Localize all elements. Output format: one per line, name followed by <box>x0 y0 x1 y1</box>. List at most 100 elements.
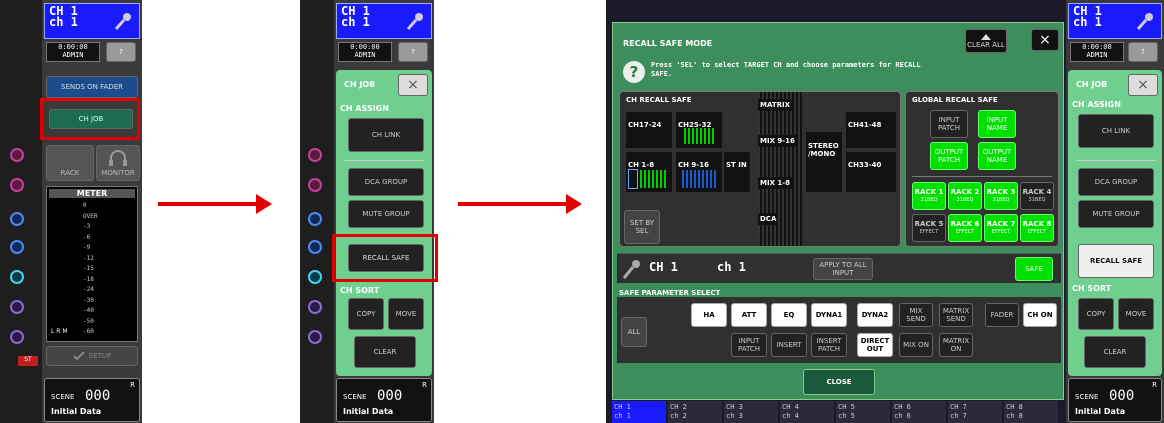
dca-group-button[interactable]: DCA GROUP <box>1078 168 1154 196</box>
divider <box>344 160 424 161</box>
bottom-channel-tab[interactable]: CH 8 ch 8 <box>1004 401 1058 423</box>
ha-button[interactable]: HA <box>691 303 727 327</box>
clear-button[interactable]: CLEAR <box>354 336 416 368</box>
monitor-button[interactable]: MONITOR <box>96 145 140 181</box>
knob-d[interactable] <box>308 240 322 254</box>
st-in-group[interactable]: ST IN <box>724 152 750 192</box>
move-button[interactable]: MOVE <box>388 298 424 330</box>
clear-all-button[interactable]: CLEAR ALL <box>965 29 1007 53</box>
mute-group-button[interactable]: MUTE GROUP <box>1078 200 1154 228</box>
ch17-24-group[interactable]: CH17-24 <box>626 112 672 148</box>
matrix-group[interactable]: MATRIX <box>758 92 802 128</box>
knob-1[interactable] <box>10 148 24 162</box>
input-patch-param-button[interactable]: INPUT PATCH <box>731 333 767 357</box>
eq-button[interactable]: EQ <box>771 303 807 327</box>
sends-on-fader-button[interactable]: SENDS ON FADER <box>46 76 138 98</box>
ch-link-button[interactable]: CH LINK <box>1078 114 1154 148</box>
output-patch-button[interactable]: OUTPUT PATCH <box>930 142 968 170</box>
ch33-40-group[interactable]: CH33-40 <box>846 152 896 192</box>
knob-6[interactable] <box>10 300 24 314</box>
knob-b[interactable] <box>308 178 322 192</box>
rack-8-button[interactable]: RACK 8 EFFECT <box>1020 214 1054 242</box>
channel-header[interactable]: CH 1 ch 1 <box>336 3 432 39</box>
dialog-close-x[interactable]: × <box>1031 29 1059 51</box>
rack-3-button[interactable]: RACK 3 31BEQ <box>984 182 1018 210</box>
scene-display[interactable]: SCENE 000 R Initial Data <box>336 378 432 422</box>
help-button[interactable]: ? <box>1128 42 1158 62</box>
close-button[interactable]: × <box>1128 74 1158 96</box>
rack-7-button[interactable]: RACK 7 EFFECT <box>984 214 1018 242</box>
att-button[interactable]: ATT <box>731 303 767 327</box>
matrix-send-button[interactable]: MATRIX SEND <box>939 303 973 327</box>
ch-link-button[interactable]: CH LINK <box>348 118 424 152</box>
dca-group-button[interactable]: DCA GROUP <box>348 168 424 196</box>
knob-5[interactable] <box>10 270 24 284</box>
close-button[interactable]: CLOSE <box>803 369 875 395</box>
ch9-16-group[interactable]: CH 9-16 <box>676 152 722 192</box>
mute-group-button[interactable]: MUTE GROUP <box>348 200 424 228</box>
rack-name: RACK 8 <box>1022 220 1052 228</box>
knob-f[interactable] <box>308 300 322 314</box>
channel-header[interactable]: CH 1 ch 1 <box>44 3 140 39</box>
knob-g[interactable] <box>308 330 322 344</box>
insert-button[interactable]: INSERT <box>771 333 807 357</box>
help-button[interactable]: ? <box>398 42 428 62</box>
safe-button[interactable]: SAFE <box>1015 257 1053 281</box>
setup-button[interactable]: SETUP <box>46 346 138 366</box>
fader-button[interactable]: FADER <box>985 303 1019 327</box>
all-button[interactable]: ALL <box>621 317 647 347</box>
ch-on-button[interactable]: CH ON <box>1023 303 1057 327</box>
dyna1-button[interactable]: DYNA1 <box>811 303 847 327</box>
dca-group[interactable]: DCA <box>758 206 802 246</box>
bottom-channel-tab[interactable]: CH 1 ch 1 <box>612 401 666 423</box>
mix-send-button[interactable]: MIX SEND <box>899 303 933 327</box>
stereo-mono-group[interactable]: STEREO /MONO <box>806 132 842 192</box>
bottom-channel-tab[interactable]: CH 5 ch 5 <box>836 401 890 423</box>
knob-4[interactable] <box>10 240 24 254</box>
input-name-button[interactable]: INPUT NAME <box>978 110 1016 138</box>
copy-button[interactable]: COPY <box>348 298 384 330</box>
knob-a[interactable] <box>308 148 322 162</box>
clear-button[interactable]: CLEAR <box>1084 336 1146 368</box>
bottom-channel-tab[interactable]: CH 2 ch 2 <box>668 401 722 423</box>
bottom-channel-tab[interactable]: CH 6 ch 6 <box>892 401 946 423</box>
mix9-16-group[interactable]: MIX 9-16 <box>758 128 802 170</box>
channel-header[interactable]: CH 1 ch 1 <box>1068 3 1162 39</box>
bottom-channel-tab[interactable]: CH 3 ch 3 <box>724 401 778 423</box>
knob-7[interactable] <box>10 330 24 344</box>
direct-out-button[interactable]: DIRECT OUT <box>857 333 893 357</box>
apply-to-all-input-button[interactable]: APPLY TO ALL INPUT <box>813 258 873 280</box>
mix1-8-group[interactable]: MIX 1-8 <box>758 170 802 206</box>
ch41-48-group[interactable]: CH41-48 <box>846 112 896 148</box>
scene-display[interactable]: SCENE 000 R Initial Data <box>44 378 140 422</box>
output-name-button[interactable]: OUTPUT NAME <box>978 142 1016 170</box>
copy-button[interactable]: COPY <box>1078 298 1114 330</box>
knob-c[interactable] <box>308 212 322 226</box>
clear-all-label: CLEAR ALL <box>967 41 1005 49</box>
dyna2-button[interactable]: DYNA2 <box>857 303 893 327</box>
move-button[interactable]: MOVE <box>1118 298 1154 330</box>
rack-1-button[interactable]: RACK 1 31BEQ <box>912 182 946 210</box>
rack-2-button[interactable]: RACK 2 31BEQ <box>948 182 982 210</box>
insert-patch-button[interactable]: INSERT PATCH <box>811 333 847 357</box>
knob-3[interactable] <box>10 212 24 226</box>
ch25-32-group[interactable]: CH25-32 <box>676 112 722 148</box>
knob-2[interactable] <box>10 178 24 192</box>
bottom-channel-tab[interactable]: CH 4 ch 4 <box>780 401 834 423</box>
input-patch-button[interactable]: INPUT PATCH <box>930 110 968 138</box>
matrix-on-button[interactable]: MATRIX ON <box>939 333 973 357</box>
rack-button[interactable]: RACK <box>46 145 94 181</box>
rack-6-button[interactable]: RACK 6 EFFECT <box>948 214 982 242</box>
ch1-8-group[interactable]: CH 1-8 <box>626 152 672 192</box>
scene-display[interactable]: SCENE 000 R Initial Data <box>1068 378 1162 422</box>
rack-4-button[interactable]: RACK 4 31BEQ <box>1020 182 1054 210</box>
knob-e[interactable] <box>308 270 322 284</box>
bottom-channel-tab[interactable]: CH 7 ch 7 <box>948 401 1002 423</box>
mix-on-button[interactable]: MIX ON <box>899 333 933 357</box>
rack-type: EFFECT <box>1027 229 1047 235</box>
recall-safe-button[interactable]: RECALL SAFE <box>1078 244 1154 278</box>
set-by-sel-button[interactable]: SET BY SEL <box>624 210 660 244</box>
rack-5-button[interactable]: RACK 5 EFFECT <box>912 214 946 242</box>
help-button[interactable]: ? <box>106 42 136 62</box>
close-button[interactable]: × <box>398 74 428 96</box>
